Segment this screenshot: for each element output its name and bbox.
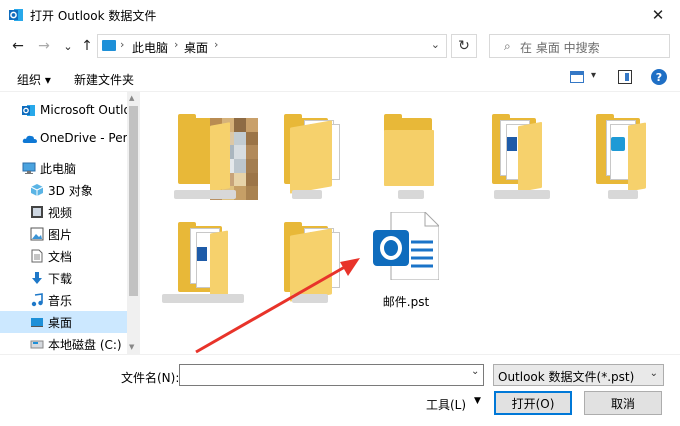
breadcrumb-this-pc[interactable]: 此电脑	[132, 39, 168, 56]
drive-icon	[30, 340, 44, 349]
chevron-down-icon: ⌄	[649, 368, 658, 379]
sidebar-item-music[interactable]: 音乐	[0, 289, 127, 311]
chevron-down-icon[interactable]: ⌄	[431, 38, 440, 51]
sidebar-item-label: Microsoft Outlook	[40, 103, 127, 117]
filename-input[interactable]	[179, 364, 484, 386]
sidebar-item-label: 此电脑	[40, 162, 77, 176]
filename-label: 文件名(N):	[121, 371, 180, 385]
folder-front	[290, 120, 332, 194]
sidebar-item-label: 图片	[48, 228, 73, 242]
new-folder-button[interactable]: 新建文件夹	[74, 71, 134, 88]
blurred-label	[398, 190, 424, 199]
folder-front	[384, 130, 434, 186]
music-icon	[31, 293, 43, 307]
back-button[interactable]: ←	[9, 37, 27, 55]
breadcrumb-separator: ›	[214, 38, 219, 51]
open-button[interactable]: 打开(O)	[494, 391, 572, 415]
sidebar-item-label: 文档	[48, 250, 73, 264]
sidebar-item-label: 本地磁盘 (C:)	[48, 338, 122, 352]
outlook-icon	[22, 105, 35, 116]
title-bar: 打开 Outlook 数据文件 ✕	[0, 0, 680, 30]
divider	[0, 354, 680, 355]
filetype-select[interactable]: Outlook 数据文件(*.pst) ⌄	[493, 364, 664, 386]
pst-file-name[interactable]: 邮件.pst	[378, 293, 434, 310]
folder-item[interactable]	[588, 102, 670, 202]
desktop-icon	[102, 40, 116, 51]
outlook-icon	[9, 9, 23, 21]
sidebar-item-downloads[interactable]: 下载	[0, 267, 127, 289]
video-icon	[31, 206, 43, 218]
sidebar-item-onedrive[interactable]: OneDrive - Personal	[0, 128, 127, 150]
folder-front	[628, 122, 646, 192]
breadcrumb-separator: ›	[174, 38, 179, 51]
forward-button[interactable]: →	[35, 37, 53, 55]
search-placeholder: 在 桌面 中搜索	[520, 41, 600, 55]
refresh-button[interactable]: ↻	[451, 34, 477, 58]
tools-label: 工具(L)	[426, 398, 467, 412]
sidebar-item-outlook[interactable]: Microsoft Outlook	[0, 100, 127, 122]
sidebar-item-this-pc[interactable]: 此电脑	[0, 157, 127, 179]
blurred-label	[174, 190, 236, 199]
blurred-label	[608, 190, 638, 199]
window-title: 打开 Outlook 数据文件	[30, 9, 157, 23]
folder-front	[518, 121, 542, 193]
view-options-icon[interactable]	[570, 71, 584, 83]
help-icon[interactable]: ?	[651, 69, 667, 85]
cancel-button[interactable]: 取消	[584, 391, 662, 415]
tools-button[interactable]: 工具(L) ▼	[418, 393, 486, 415]
breadcrumb-separator: ›	[120, 38, 125, 51]
onedrive-icon	[22, 135, 37, 143]
sidebar-item-videos[interactable]: 视频	[0, 201, 127, 223]
search-input[interactable]: ⌕ 在 桌面 中搜索	[489, 34, 670, 58]
sidebar-item-documents[interactable]: 文档	[0, 245, 127, 267]
breadcrumb-desktop[interactable]: 桌面	[184, 39, 208, 56]
search-icon: ⌕	[504, 39, 511, 53]
filetype-value: Outlook 数据文件(*.pst)	[498, 370, 635, 384]
sidebar-scrollbar-thumb[interactable]	[129, 106, 138, 296]
sidebar-item-label: OneDrive - Personal	[40, 131, 127, 145]
view-dropdown[interactable]: ▾	[591, 70, 596, 81]
filename-dropdown[interactable]: ⌄	[471, 366, 479, 377]
folder-item[interactable]	[276, 102, 358, 202]
document-icon	[31, 249, 43, 263]
sidebar-item-3d-objects[interactable]: 3D 对象	[0, 179, 127, 201]
scroll-down-arrow[interactable]: ▼	[129, 343, 134, 351]
sidebar-item-local-disk[interactable]: 本地磁盘 (C:)	[0, 333, 127, 354]
dropdown-arrow-icon: ▼	[474, 396, 481, 406]
close-button[interactable]: ✕	[636, 0, 680, 30]
sidebar-item-label: 3D 对象	[48, 184, 93, 198]
sidebar-item-pictures[interactable]: 图片	[0, 223, 127, 245]
download-icon	[32, 272, 42, 284]
organize-menu[interactable]: 组织 ▾	[17, 71, 51, 88]
folder-item[interactable]	[484, 102, 566, 202]
sidebar-item-label: 视频	[48, 206, 73, 220]
outlook-pst-icon[interactable]	[371, 212, 439, 280]
folder-item[interactable]	[380, 102, 462, 202]
picture-icon	[30, 227, 44, 241]
up-button[interactable]: ↑	[78, 37, 96, 55]
folder-front	[210, 122, 230, 192]
sidebar-item-label: 下载	[48, 272, 73, 286]
blurred-label	[292, 190, 322, 199]
navigation-pane: Microsoft Outlook OneDrive - Personal 此电…	[0, 92, 140, 354]
address-bar[interactable]: › 此电脑 › 桌面 › ⌄	[97, 34, 447, 58]
preview-pane-icon[interactable]	[618, 70, 632, 84]
blurred-label	[494, 190, 550, 199]
sidebar-item-label: 音乐	[48, 294, 73, 308]
sidebar-item-desktop[interactable]: 桌面	[0, 311, 127, 333]
cube-icon	[30, 184, 44, 196]
computer-icon	[22, 162, 36, 174]
desktop-icon	[31, 318, 43, 327]
folder-item[interactable]	[170, 102, 258, 202]
annotation-arrow	[195, 258, 360, 354]
recent-locations-button[interactable]: ⌄	[59, 37, 77, 55]
sidebar-item-label: 桌面	[48, 316, 73, 330]
scroll-up-arrow[interactable]: ▲	[129, 94, 134, 102]
